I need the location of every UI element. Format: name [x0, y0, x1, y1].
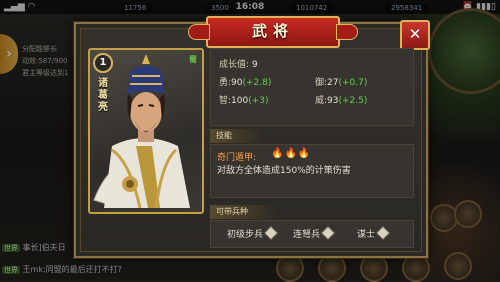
- troop-type[interactable]: 谋士: [357, 226, 390, 240]
- hero-name: 诸葛亮: [98, 78, 108, 113]
- stat-label: 成长值:: [219, 60, 250, 70]
- infantry-icon: [264, 226, 278, 240]
- troops-section-label: 可带兵种: [210, 205, 278, 219]
- stat-value: 27: [327, 78, 339, 88]
- stat-label: 御:: [315, 78, 328, 88]
- stat-bonus: (+3): [248, 96, 269, 106]
- troop-name: 谋士: [357, 230, 376, 240]
- skill-panel[interactable]: 奇门遁甲: 🔥🔥🔥 对敌方全体造成150%的计策伤害: [210, 144, 414, 198]
- stat-courage: 勇:90(+2.8): [219, 75, 271, 88]
- troop-type[interactable]: 连弩兵: [293, 226, 335, 240]
- close-button[interactable]: ✕: [400, 20, 430, 50]
- strategist-icon: [376, 226, 390, 240]
- dialog-title: 武将: [188, 16, 358, 48]
- stat-label: 智:: [219, 96, 232, 106]
- stat-defense: 御:27(+0.7): [315, 75, 367, 88]
- stat-bonus: (+2.5): [338, 96, 368, 106]
- stat-value: 90: [231, 78, 243, 88]
- stats-panel: 成长值: 9 勇:90(+2.8) 御:27(+0.7) 智:100(+3) 威…: [210, 48, 414, 126]
- stat-intellect: 智:100(+3): [219, 93, 269, 106]
- skill-name: 奇门遁甲:: [217, 153, 257, 163]
- stat-value: 93: [327, 96, 339, 106]
- hero-portrait-image: [93, 54, 190, 208]
- stat-value: 9: [251, 60, 258, 70]
- stat-bonus: (+0.7): [338, 78, 368, 88]
- stat-authority: 威:93(+2.5): [315, 93, 367, 106]
- troop-name: 连弩兵: [293, 230, 321, 240]
- stat-label: 威:: [315, 96, 328, 106]
- stat-label: 勇:: [219, 78, 232, 88]
- skill-rank-flame-icon: 🔥🔥🔥: [271, 148, 312, 159]
- general-dialog: 武将 ✕ 1 蜀 诸葛亮 成长值: 9 勇:90(+2.8) 御:27(+0.7…: [74, 16, 430, 258]
- skill-description: 对敌方全体造成150%的计策伤害: [217, 166, 351, 176]
- troop-types-panel: 初级步兵 连弩兵 谋士: [210, 220, 414, 248]
- hero-level-badge: 1: [93, 53, 113, 73]
- hero-portrait-card[interactable]: 1 蜀 诸葛亮: [88, 48, 204, 214]
- troop-type[interactable]: 初级步兵: [227, 226, 278, 240]
- stat-bonus: (+2.8): [242, 78, 272, 88]
- growth-stat: 成长值: 9: [219, 57, 258, 70]
- crossbow-icon: [321, 226, 335, 240]
- troop-name: 初级步兵: [227, 230, 264, 240]
- skill-section-label: 技能: [210, 129, 262, 143]
- faction-mark: 蜀: [189, 55, 197, 64]
- stat-value: 100: [231, 96, 249, 106]
